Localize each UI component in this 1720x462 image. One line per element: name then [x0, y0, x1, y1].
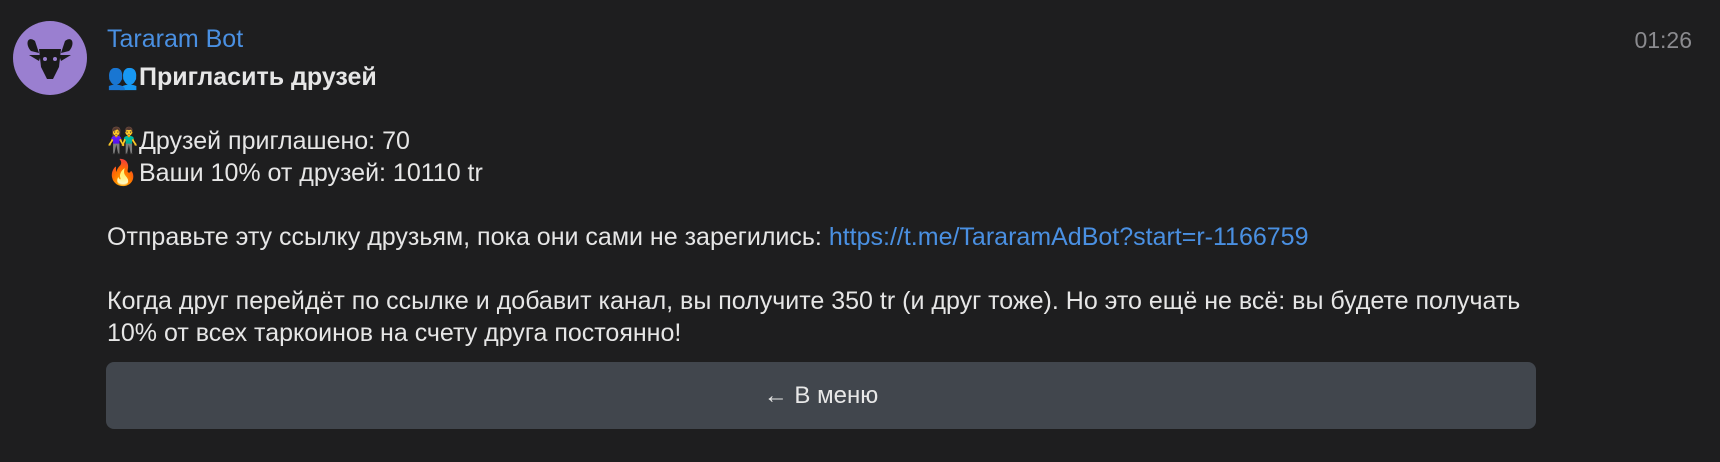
- stat-friends-invited: 👫Друзей приглашено: 70: [107, 125, 1547, 157]
- fire-icon: 🔥: [107, 159, 139, 187]
- sender-name[interactable]: Tararam Bot: [107, 23, 243, 55]
- info-paragraph: Когда друг перейдёт по ссылке и добавит …: [107, 287, 1521, 347]
- message-body: 👥Пригласить друзей 👫Друзей приглашено: 7…: [107, 61, 1547, 349]
- title-text: Пригласить друзей: [139, 63, 377, 91]
- stat-earnings: 🔥Ваши 10% от друзей: 10110 tr: [107, 157, 1547, 189]
- couple-icon: 👫: [107, 127, 139, 155]
- people-icon: 👥: [107, 63, 139, 91]
- invite-link[interactable]: https://t.me/TararamAdBot?start=r-116675…: [829, 223, 1309, 251]
- invite-link-line: Отправьте эту ссылку друзьям, пока они с…: [107, 221, 1547, 253]
- invite-link-prefix: Отправьте эту ссылку друзьям, пока они с…: [107, 223, 829, 251]
- stat-text: Ваши 10% от друзей: 10110 tr: [139, 159, 483, 187]
- bot-message: Tararam Bot 01:26 👥Пригласить друзей 👫Др…: [0, 0, 1720, 462]
- back-to-menu-button[interactable]: ← В меню: [106, 362, 1536, 429]
- message-title: 👥Пригласить друзей: [107, 61, 1547, 93]
- goat-head-icon: [27, 39, 73, 79]
- stat-text: Друзей приглашено: 70: [139, 127, 410, 155]
- avatar[interactable]: [13, 21, 87, 95]
- message-time: 01:26: [1634, 27, 1692, 53]
